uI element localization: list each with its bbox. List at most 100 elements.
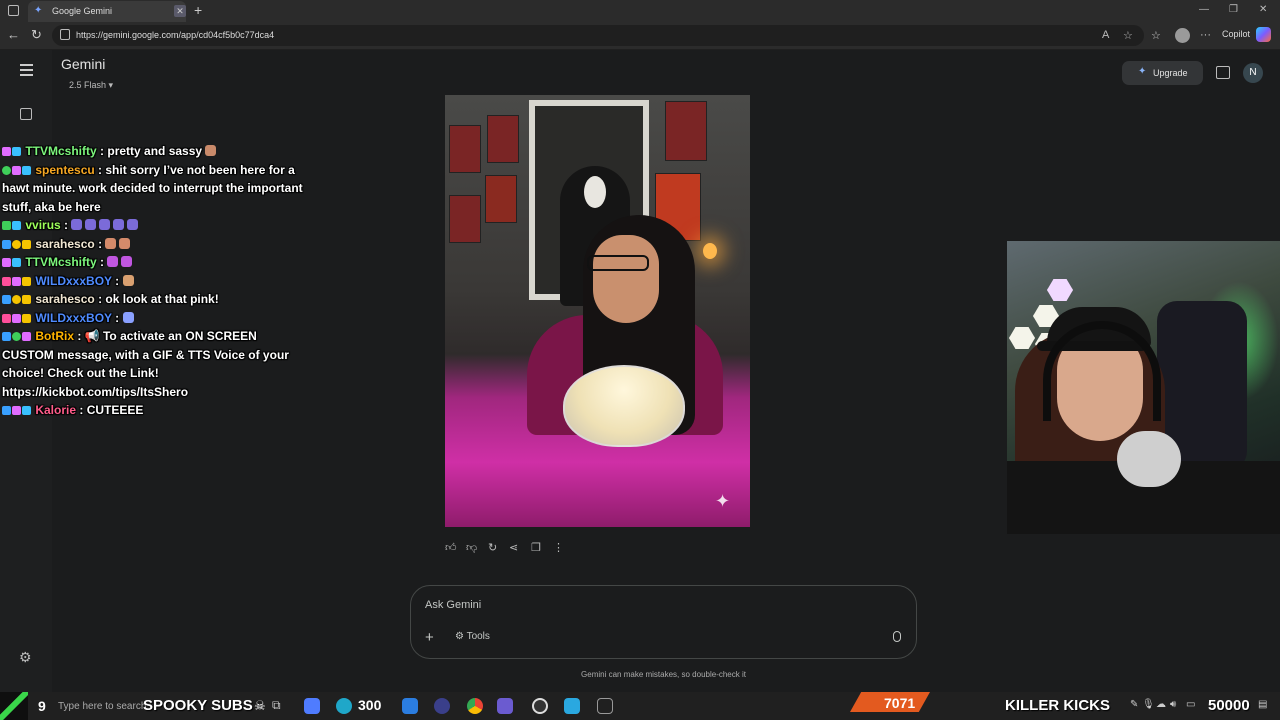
close-tab-icon[interactable]: ✕ (174, 5, 186, 17)
gemini-sparkle-icon: ✦ (715, 491, 731, 511)
badge-icon (12, 165, 21, 175)
thumbs-up-icon[interactable]: 👍︎ (445, 541, 457, 555)
minimize-icon[interactable]: — (1199, 4, 1209, 15)
spooky-subs-label: SPOOKY SUBS (143, 697, 253, 714)
prompt-input[interactable]: Ask Gemini (425, 599, 481, 611)
hex-light (1009, 327, 1035, 349)
chat-text: : CUTEEEE (79, 403, 144, 417)
profile-icon[interactable] (1175, 28, 1190, 43)
app-window-icon[interactable] (597, 698, 613, 714)
more-menu-icon[interactable]: ··· (1200, 29, 1211, 41)
chat-username: BotRix (35, 329, 75, 343)
favorite-star-icon[interactable]: ☆ (1123, 29, 1133, 42)
badge-icon (2, 295, 11, 304)
more-options-icon[interactable]: ⋮ (553, 541, 564, 555)
task-view-icon[interactable]: ⧉ (272, 698, 288, 714)
new-chat-icon[interactable] (20, 108, 32, 120)
woman-face (593, 235, 659, 323)
chat-message: sarahesco : ok look at that pink! (2, 290, 307, 309)
add-attachment-icon[interactable]: + (425, 630, 434, 645)
chat-text: : (98, 236, 103, 251)
badge-icon (22, 406, 31, 415)
upgrade-button[interactable]: ✦ Upgrade (1122, 61, 1203, 85)
chat-message: vvirus : (2, 216, 307, 235)
app-title: Gemini (61, 56, 106, 72)
read-aloud-icon[interactable]: A (1102, 29, 1109, 41)
url-field[interactable]: https://gemini.google.com/app/cd04cf5b0c… (52, 25, 1144, 46)
badge-icon (22, 313, 31, 323)
stream-counter: 9 (38, 698, 46, 714)
emote-icon (71, 219, 83, 230)
gift-icon[interactable] (1216, 66, 1230, 79)
app-icon[interactable] (434, 698, 450, 714)
badge-icon (2, 165, 11, 175)
generated-image[interactable]: ✦ (445, 95, 750, 527)
tools-button[interactable]: ⚙ Tools (455, 631, 490, 642)
chat-text: : (115, 310, 120, 325)
share-icon[interactable]: ⋖ (509, 541, 518, 555)
microphone-icon[interactable] (893, 631, 901, 642)
taskbar-search-input[interactable]: Type here to search (58, 701, 146, 712)
chrome-icon[interactable] (467, 698, 483, 714)
emote-icon (105, 237, 117, 249)
tab-actions-icon[interactable] (8, 5, 19, 16)
prompt-input-box[interactable]: Ask Gemini + ⚙ Tools (410, 585, 917, 659)
hex-light (1047, 279, 1073, 301)
badge-icon (22, 295, 31, 304)
glasses (587, 255, 649, 271)
copilot-icon[interactable] (1256, 27, 1271, 42)
mail-icon[interactable] (402, 698, 418, 714)
notifications-icon[interactable]: ▤ (1258, 699, 1267, 710)
badge-icon (22, 332, 31, 341)
battery-icon[interactable]: ▭ (1186, 699, 1195, 710)
new-tab-icon[interactable]: + (194, 3, 202, 17)
badge-icon (12, 406, 21, 415)
badge-icon (2, 332, 11, 341)
maximize-icon[interactable]: ❐ (1229, 4, 1238, 15)
upgrade-label: Upgrade (1153, 68, 1188, 78)
copilot-taskbar-icon[interactable] (304, 698, 320, 714)
pen-icon[interactable]: ✎ (1130, 699, 1138, 710)
model-selector[interactable]: 2.5 Flash ▾ (63, 77, 119, 93)
killer-kicks-label: KILLER KICKS (1005, 697, 1110, 714)
badge-icon (2, 221, 11, 230)
chat-text: : pretty and sassy (100, 144, 203, 158)
speaker-icon[interactable]: 🔊︎ (1170, 699, 1176, 710)
back-icon[interactable]: ← (7, 28, 20, 42)
badge-icon (2, 406, 11, 415)
emote-icon (122, 311, 134, 323)
file-icon[interactable] (564, 698, 580, 714)
chat-message: spentescu : shit sorry I’ve not been her… (2, 161, 307, 217)
tab-google-gemini[interactable]: ✦ Google Gemini ✕ (28, 1, 186, 22)
menu-icon[interactable] (20, 64, 33, 79)
url-text: https://gemini.google.com/app/cd04cf5b0c… (76, 30, 275, 40)
disclaimer-text: Gemini can make mistakes, so double-chec… (581, 670, 746, 679)
chat-username: sarahesco (35, 236, 95, 251)
poster-image (487, 115, 519, 163)
badge-icon (12, 221, 21, 230)
emote-icon (122, 274, 134, 286)
thumbs-down-icon[interactable]: 👎︎ (466, 541, 477, 555)
obs-icon[interactable] (532, 698, 548, 714)
emote-icon (127, 219, 139, 230)
copilot-button-label[interactable]: Copilot (1222, 29, 1250, 39)
avatar[interactable]: N (1243, 63, 1263, 83)
mic-tray-icon[interactable]: 🎙︎ (1142, 699, 1155, 710)
edge-icon[interactable] (336, 698, 352, 714)
badge-icon (22, 239, 31, 249)
window-close-icon[interactable]: ✕ (1259, 4, 1267, 15)
cloud-icon[interactable]: ☁ (1156, 699, 1166, 710)
regenerate-icon[interactable]: ↻ (488, 541, 497, 555)
refresh-icon[interactable]: ↻ (31, 28, 42, 42)
badge-icon (12, 147, 21, 156)
model-label: 2.5 Flash (69, 80, 107, 90)
gemini-favicon-icon: ✦ (34, 5, 43, 16)
discord-icon[interactable] (497, 698, 513, 714)
settings-icon[interactable]: ⚙ (19, 649, 32, 666)
poster-image (665, 101, 707, 161)
favorites-icon[interactable]: ☆ (1151, 29, 1161, 42)
chat-text: : (115, 273, 120, 288)
badge-icon (22, 276, 31, 286)
badge-icon (2, 276, 11, 286)
copy-icon[interactable]: ❐ (531, 541, 541, 555)
